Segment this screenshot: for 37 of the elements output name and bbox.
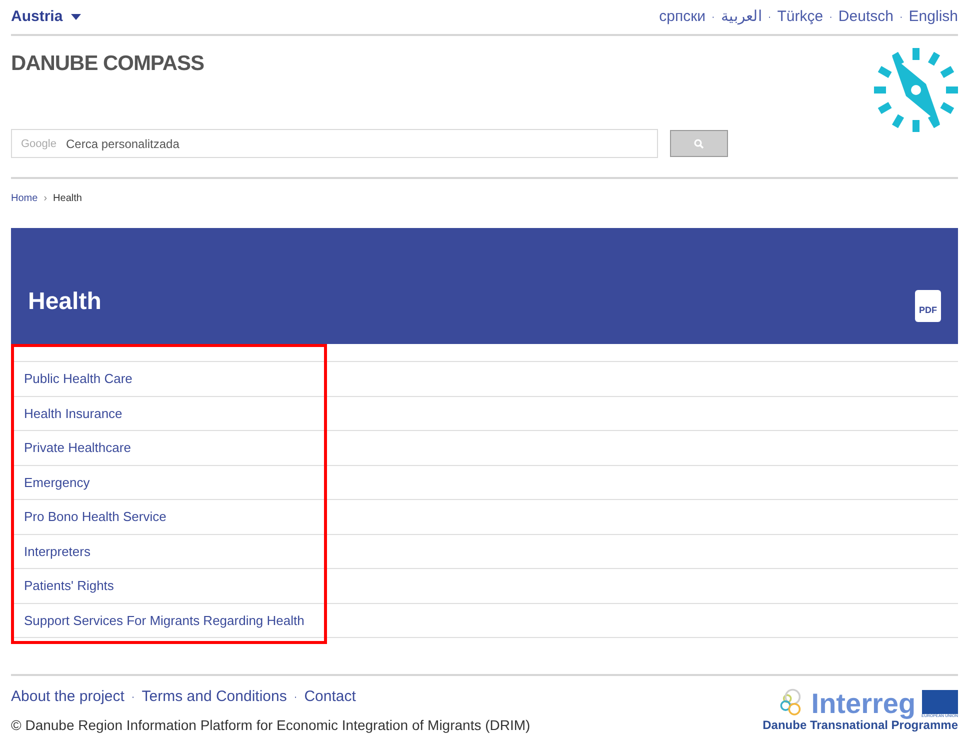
- topic-link[interactable]: Private Healthcare: [24, 438, 131, 458]
- site-title: DANUBE COMPASS: [11, 51, 204, 77]
- breadcrumb-link[interactable]: Home: [11, 190, 38, 206]
- search-button[interactable]: [670, 130, 728, 157]
- programme-text: Danube Transnational Programme: [762, 719, 958, 731]
- footer-link[interactable]: Contact: [304, 686, 356, 708]
- topic-link[interactable]: Health Insurance: [24, 404, 122, 423]
- search-brand-text: Google: [21, 137, 56, 152]
- interreg-logo-text: Interreg: [811, 690, 916, 718]
- footer-link[interactable]: About the project: [11, 686, 124, 708]
- topic-link[interactable]: Interpreters: [24, 542, 90, 561]
- copyright-text: © Danube Region Information Platform for Economic Integration of Migrants (DRIM): [11, 716, 530, 735]
- topic-link[interactable]: Emergency: [24, 472, 90, 492]
- language-link[interactable]: српски: [659, 6, 706, 28]
- language-link[interactable]: العربية: [720, 6, 762, 28]
- country-dropdown[interactable]: Austria: [11, 6, 81, 28]
- topic-link[interactable]: Public Health Care: [24, 369, 132, 388]
- separator-dot: ·: [712, 10, 715, 24]
- caret-icon: [70, 14, 81, 20]
- breadcrumb-current: Health: [53, 192, 82, 206]
- language-link[interactable]: English: [908, 6, 958, 28]
- pdf-download-button[interactable]: PDF: [915, 290, 941, 322]
- separator-dot: ·: [899, 10, 903, 24]
- banner-title: Health: [28, 287, 102, 317]
- footer-link[interactable]: Terms and Conditions: [142, 686, 287, 708]
- eu-flag: [922, 690, 958, 714]
- breadcrumb-separator: ›: [44, 192, 48, 206]
- separator-dot: ·: [829, 10, 832, 24]
- separator-dot: ·: [768, 10, 772, 24]
- topic-link[interactable]: Support Services For Migrants Regarding Health: [24, 610, 304, 630]
- separator-dot: ·: [294, 690, 298, 705]
- topic-link[interactable]: Patients' Rights: [24, 576, 114, 596]
- separator-dot: ·: [131, 690, 135, 705]
- topic-link[interactable]: Pro Bono Health Service: [24, 507, 166, 526]
- search-icon: [694, 138, 704, 148]
- language-link[interactable]: Deutsch: [838, 6, 894, 28]
- language-link[interactable]: Türkçe: [777, 6, 824, 28]
